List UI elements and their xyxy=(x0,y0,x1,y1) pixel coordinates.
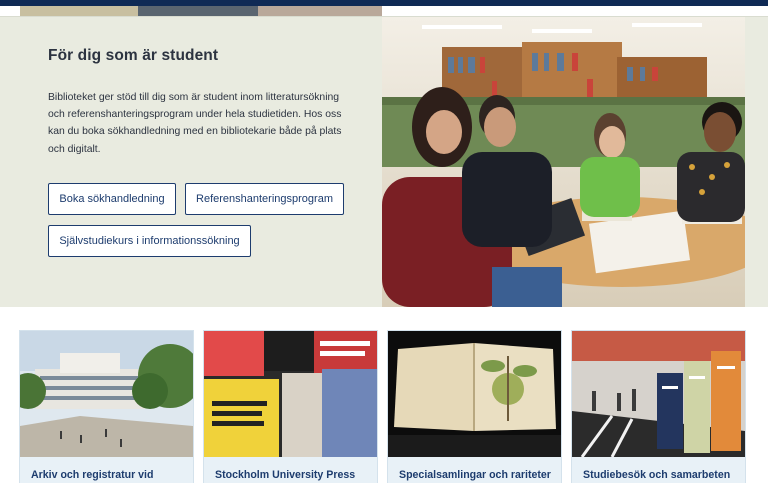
university-building-photo xyxy=(20,331,193,457)
section-description: Biblioteket ger stöd till dig som är stu… xyxy=(48,92,342,155)
card-label: Specialsamlingar och rariteter xyxy=(399,469,551,481)
link-cards: Arkiv och registratur vid Stockholm Univ… xyxy=(0,308,768,483)
card-study-visits[interactable]: Studiebesök och samarbeten xyxy=(571,330,746,483)
card-label: Studiebesök och samarbeten xyxy=(583,469,731,481)
card-stockholm-university-press[interactable]: Stockholm University Press xyxy=(203,330,378,483)
student-section-text: För dig som är student Biblioteket ger s… xyxy=(48,47,358,158)
students-in-library-photo xyxy=(382,17,745,307)
card-special-collections[interactable]: Specialsamlingar och rariteter xyxy=(387,330,562,483)
books-photo xyxy=(204,331,377,457)
card-label: Stockholm University Press xyxy=(215,469,356,481)
reference-management-button[interactable]: Referenshanteringsprogram xyxy=(185,183,344,215)
section-title: För dig som är student xyxy=(48,47,219,64)
antique-book-photo xyxy=(388,331,561,457)
card-archive-registry[interactable]: Arkiv och registratur vid xyxy=(19,330,194,483)
card-label: Arkiv och registratur vid xyxy=(31,469,154,481)
self-study-course-button[interactable]: Självstudiekurs i informationssökning xyxy=(48,225,251,257)
book-search-guidance-button[interactable]: Boka sökhandledning xyxy=(48,183,176,215)
previous-section-image-strip xyxy=(20,6,382,16)
library-banners-photo xyxy=(572,331,745,457)
